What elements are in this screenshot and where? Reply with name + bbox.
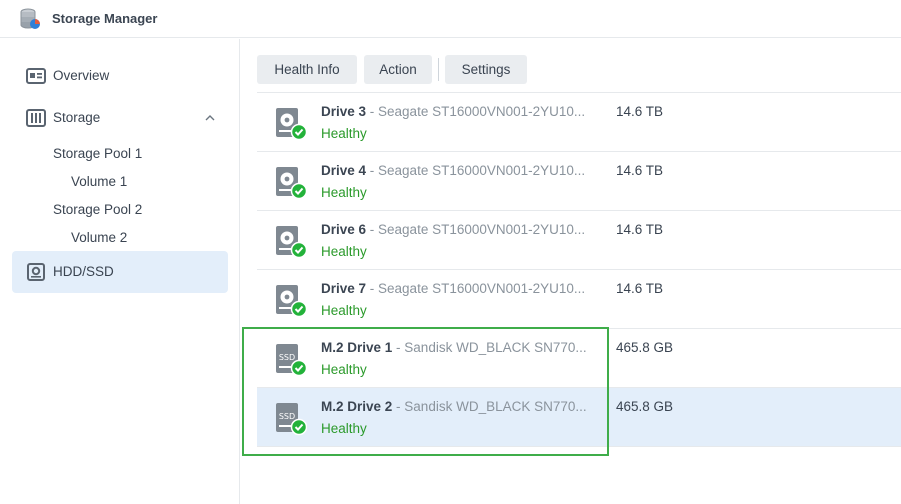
drive-title: Drive 4 - Seagate ST16000VN001-2YU10... bbox=[321, 163, 585, 178]
toolbar-divider bbox=[438, 58, 439, 81]
sidebar: Overview Storage Storage Pool 1 Volume 1… bbox=[0, 39, 240, 504]
drive-capacity: 14.6 TB bbox=[616, 222, 664, 237]
sidebar-item-volume-1[interactable]: Volume 1 bbox=[71, 174, 127, 189]
drive-name: Drive 3 bbox=[321, 104, 367, 119]
drive-model: - Seagate ST16000VN001-2YU10... bbox=[366, 281, 586, 296]
drive-status: Healthy bbox=[321, 185, 367, 200]
drive-name: Drive 4 bbox=[321, 163, 367, 178]
title-bar: Storage Manager bbox=[0, 0, 901, 38]
drive-row-drive-4[interactable]: Drive 4 - Seagate ST16000VN001-2YU10... … bbox=[257, 152, 901, 211]
drive-title: Drive 3 - Seagate ST16000VN001-2YU10... bbox=[321, 104, 585, 119]
drive-model: - Seagate ST16000VN001-2YU10... bbox=[366, 104, 586, 119]
chevron-up-icon[interactable] bbox=[204, 112, 216, 124]
drive-capacity: 14.6 TB bbox=[616, 281, 664, 296]
drive-capacity: 465.8 GB bbox=[616, 399, 674, 414]
hdd-drive-icon bbox=[276, 167, 307, 200]
drive-row-drive-6[interactable]: Drive 6 - Seagate ST16000VN001-2YU10... … bbox=[257, 211, 901, 270]
sidebar-item-hdd-ssd[interactable]: HDD/SSD bbox=[12, 251, 228, 293]
overview-icon bbox=[26, 68, 46, 84]
drive-capacity: 465.8 GB bbox=[616, 340, 674, 355]
drive-row-drive-3[interactable]: Drive 3 - Seagate ST16000VN001-2YU10... … bbox=[257, 93, 901, 152]
drive-capacity: 14.6 TB bbox=[616, 163, 664, 178]
drive-status: Healthy bbox=[321, 244, 367, 259]
drive-name: Drive 6 bbox=[321, 222, 367, 237]
drive-status: Healthy bbox=[321, 126, 367, 141]
action-button[interactable]: Action bbox=[364, 55, 432, 84]
app-title: Storage Manager bbox=[52, 11, 158, 26]
drive-title: Drive 6 - Seagate ST16000VN001-2YU10... bbox=[321, 222, 585, 237]
hdd-drive-icon bbox=[276, 108, 307, 141]
health-info-button[interactable]: Health Info bbox=[257, 55, 357, 84]
sidebar-item-volume-2[interactable]: Volume 2 bbox=[71, 230, 127, 245]
drive-model: - Seagate ST16000VN001-2YU10... bbox=[366, 222, 586, 237]
hdd-drive-icon bbox=[276, 285, 307, 318]
sidebar-item-label: HDD/SSD bbox=[53, 264, 114, 279]
drive-model: - Seagate ST16000VN001-2YU10... bbox=[366, 163, 586, 178]
hdd-drive-icon bbox=[276, 226, 307, 259]
drive-list: Drive 3 - Seagate ST16000VN001-2YU10... … bbox=[257, 92, 901, 447]
drive-status: Healthy bbox=[321, 303, 367, 318]
m2-drives-highlight-box bbox=[242, 327, 609, 456]
sidebar-item-overview[interactable]: Overview bbox=[12, 55, 228, 97]
storage-icon bbox=[26, 109, 46, 127]
settings-button[interactable]: Settings bbox=[445, 55, 527, 84]
sidebar-item-label: Overview bbox=[53, 68, 110, 83]
sidebar-item-storage[interactable]: Storage bbox=[12, 97, 228, 139]
drive-title: Drive 7 - Seagate ST16000VN001-2YU10... bbox=[321, 281, 585, 296]
storage-manager-app-icon bbox=[20, 8, 40, 29]
drive-name: Drive 7 bbox=[321, 281, 367, 296]
sidebar-item-storage-pool-1[interactable]: Storage Pool 1 bbox=[53, 146, 142, 161]
sidebar-item-storage-pool-2[interactable]: Storage Pool 2 bbox=[53, 202, 142, 217]
sidebar-item-label: Storage bbox=[53, 110, 101, 125]
drive-row-drive-7[interactable]: Drive 7 - Seagate ST16000VN001-2YU10... … bbox=[257, 270, 901, 329]
hdd-icon bbox=[27, 263, 45, 281]
drive-capacity: 14.6 TB bbox=[616, 104, 664, 119]
